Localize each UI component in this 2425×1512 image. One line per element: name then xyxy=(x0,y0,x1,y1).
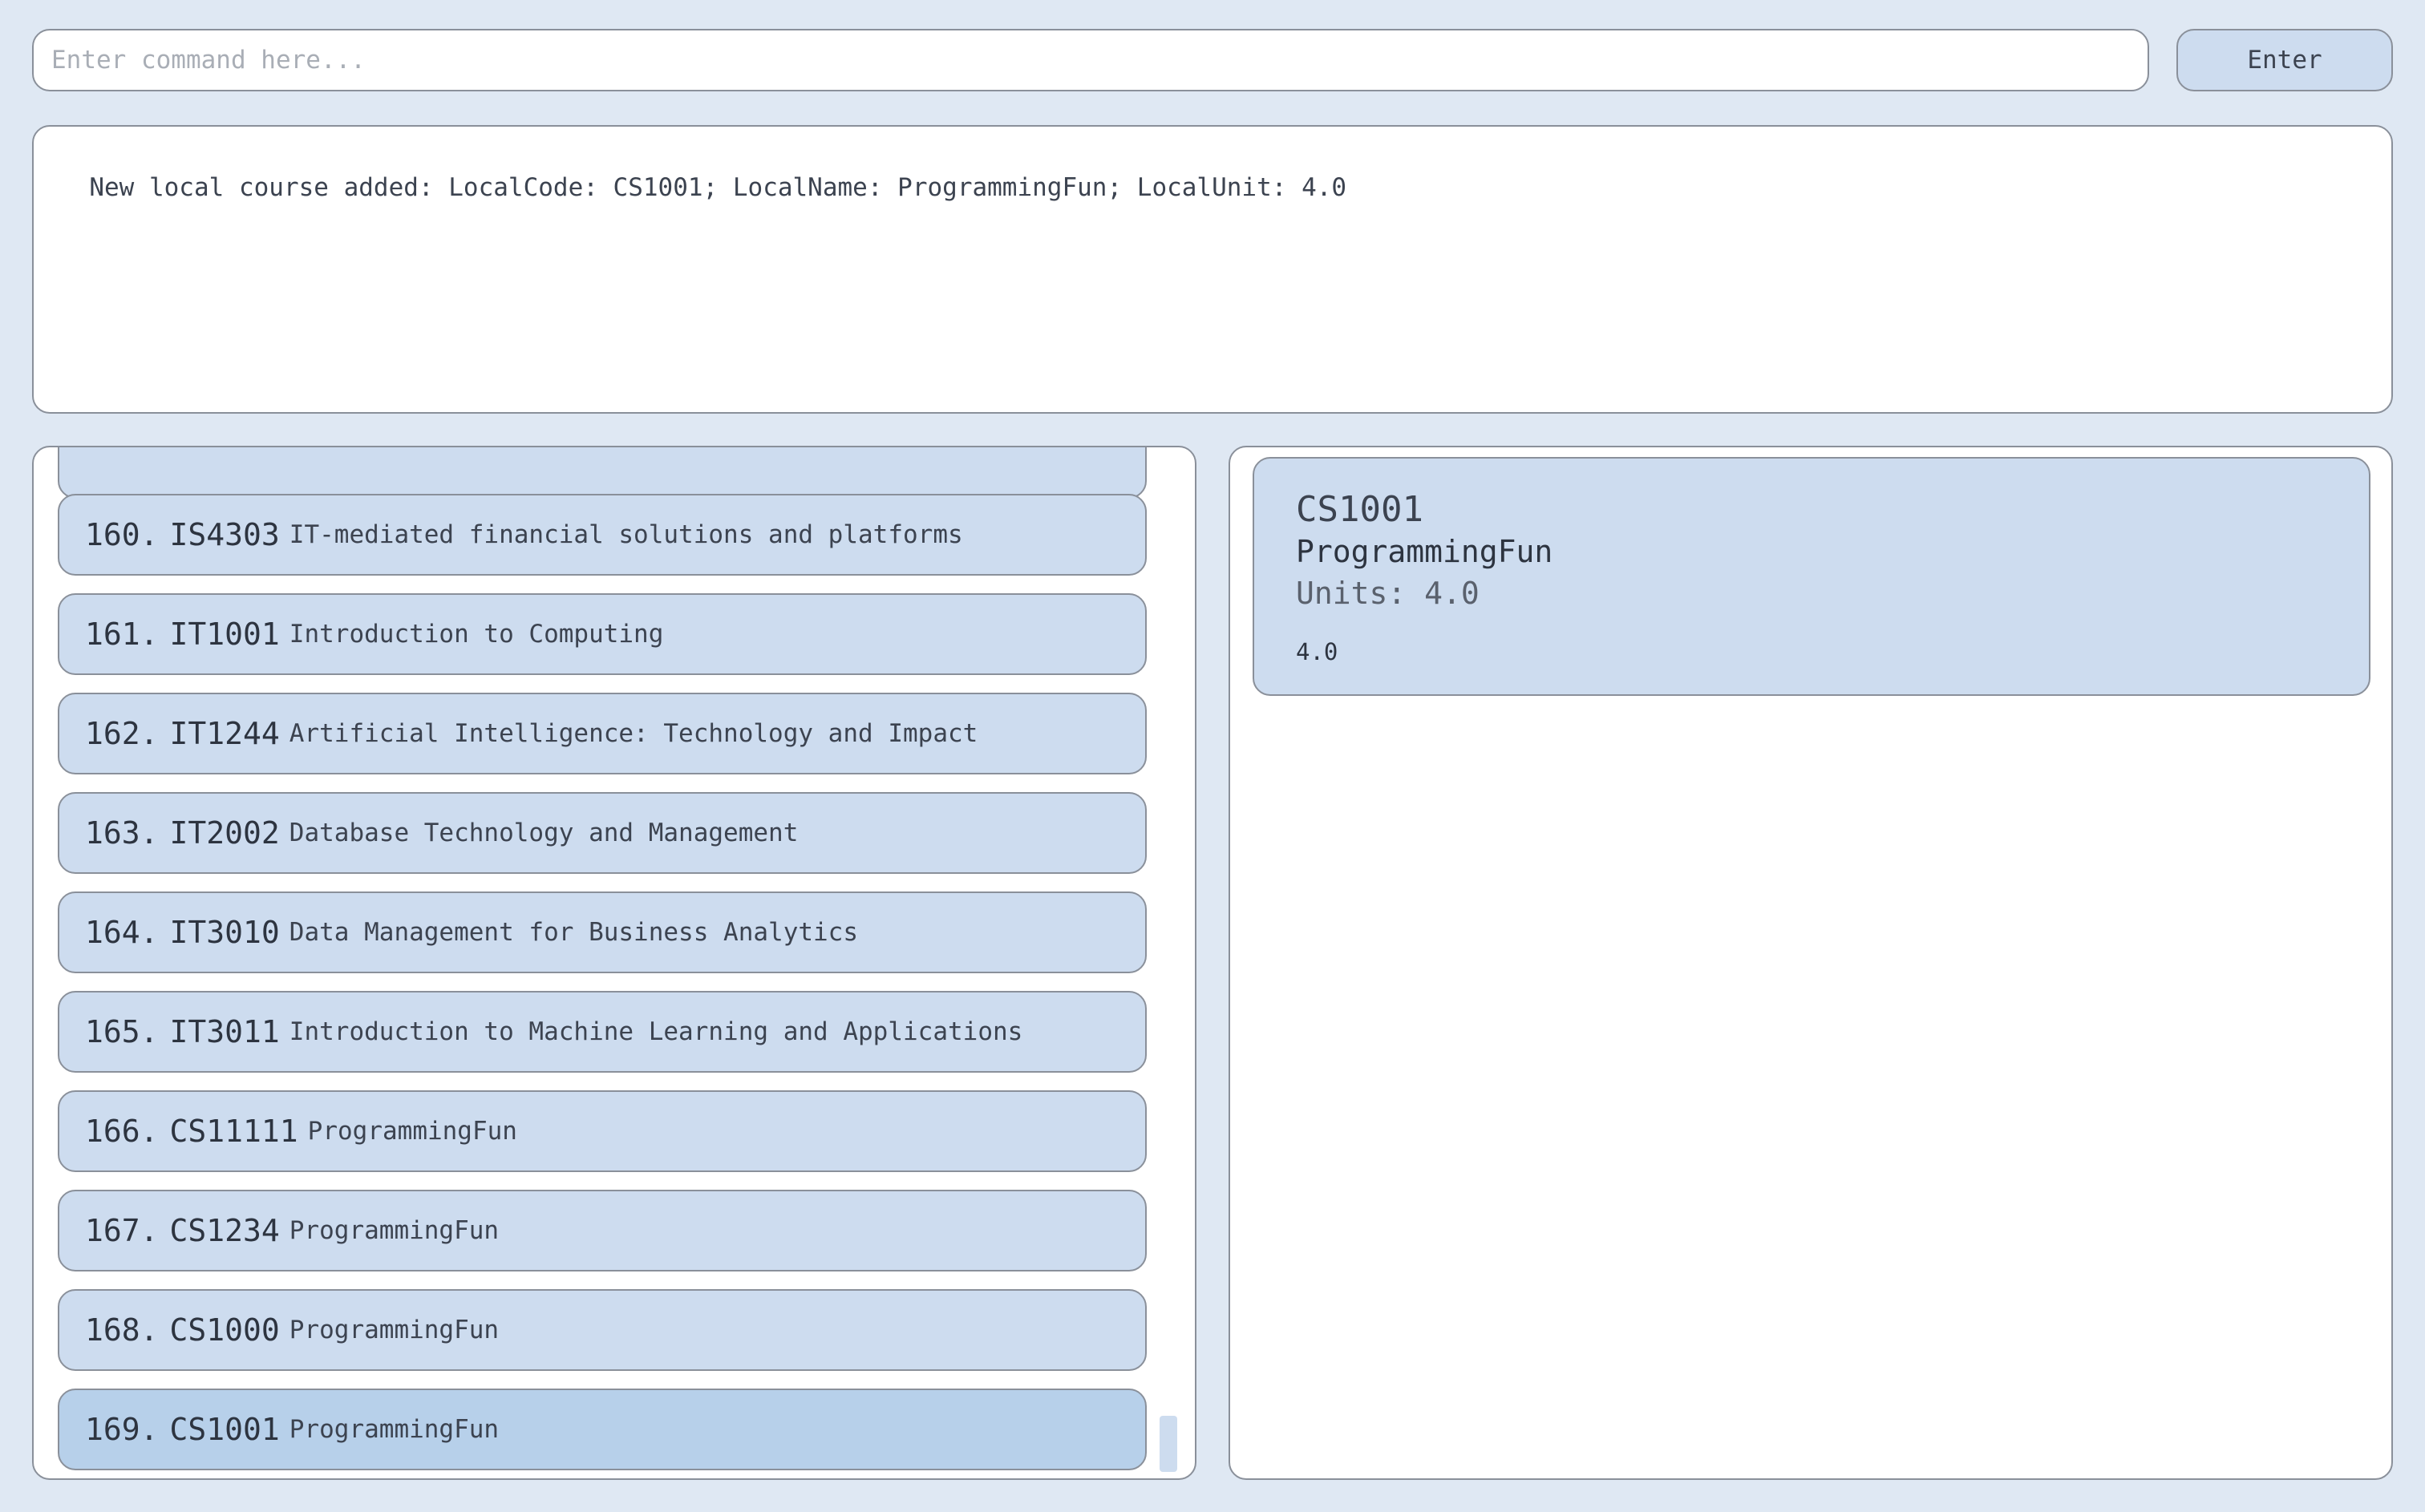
result-display: New local course added: LocalCode: CS100… xyxy=(32,125,2393,414)
list-item[interactable]: 164. IT3010 Data Management for Business… xyxy=(58,891,1147,973)
list-item-name: Data Management for Business Analytics xyxy=(289,918,859,947)
result-message: New local course added: LocalCode: CS100… xyxy=(89,173,1347,202)
detail-course-units: Units: 4.0 xyxy=(1296,576,1480,611)
list-item-code: CS1001 xyxy=(169,1412,280,1447)
enter-button[interactable]: Enter xyxy=(2176,29,2393,91)
list-item-name: Artificial Intelligence: Technology and … xyxy=(289,719,978,748)
list-item-index: 168. xyxy=(85,1312,159,1348)
list-item-code: IT1001 xyxy=(169,617,280,652)
list-item[interactable]: 161. IT1001 Introduction to Computing xyxy=(58,593,1147,675)
list-item-code: IS4303 xyxy=(169,517,280,552)
list-item-index: 164. xyxy=(85,915,159,950)
list-item-index: 166. xyxy=(85,1114,159,1149)
list-item-code: IT3011 xyxy=(169,1014,280,1049)
list-item[interactable]: 165. IT3011 Introduction to Machine Lear… xyxy=(58,991,1147,1073)
list-item[interactable]: 162. IT1244 Artificial Intelligence: Tec… xyxy=(58,693,1147,774)
list-item-index: 161. xyxy=(85,617,159,652)
list-item[interactable]: 167. CS1234 ProgrammingFun xyxy=(58,1190,1147,1271)
detail-course-name: ProgrammingFun xyxy=(1296,534,1553,569)
detail-unit-value: 4.0 xyxy=(1296,638,1338,665)
list-item[interactable] xyxy=(58,447,1147,499)
list-item-name: Database Technology and Management xyxy=(289,819,799,847)
list-item[interactable]: 166. CS11111 ProgrammingFun xyxy=(58,1090,1147,1172)
list-item-name: Introduction to Computing xyxy=(289,620,664,649)
list-item-name: ProgrammingFun xyxy=(289,1316,500,1344)
list-item-name: ProgrammingFun xyxy=(289,1415,500,1444)
list-item-name: ProgrammingFun xyxy=(289,1216,500,1245)
list-item-code: IT3010 xyxy=(169,915,280,950)
list-item-code: CS1000 xyxy=(169,1312,280,1348)
list-item-selected[interactable]: 169. CS1001 ProgrammingFun xyxy=(58,1389,1147,1470)
list-item[interactable]: 168. CS1000 ProgrammingFun xyxy=(58,1289,1147,1371)
list-item-index: 163. xyxy=(85,815,159,851)
list-item-index: 162. xyxy=(85,716,159,751)
list-scrollbar-thumb[interactable] xyxy=(1160,1416,1177,1472)
list-item[interactable]: 163. IT2002 Database Technology and Mana… xyxy=(58,792,1147,874)
detail-course-code: CS1001 xyxy=(1296,489,1423,530)
list-item-index: 167. xyxy=(85,1213,159,1248)
list-item[interactable]: 160. IS4303 IT-mediated financial soluti… xyxy=(58,494,1147,576)
list-item-name: ProgrammingFun xyxy=(307,1117,517,1146)
list-item-code: IT2002 xyxy=(169,815,280,851)
list-item-name: Introduction to Machine Learning and App… xyxy=(289,1017,1023,1046)
list-item-code: CS11111 xyxy=(169,1114,298,1149)
list-item-index: 160. xyxy=(85,517,159,552)
list-item-name: IT-mediated financial solutions and plat… xyxy=(289,520,963,549)
course-list-panel[interactable]: 160. IS4303 IT-mediated financial soluti… xyxy=(32,446,1196,1480)
list-item-code: CS1234 xyxy=(169,1213,280,1248)
list-item-code: IT1244 xyxy=(169,716,280,751)
command-input[interactable] xyxy=(32,29,2149,91)
course-detail-card: CS1001 ProgrammingFun Units: 4.0 4.0 xyxy=(1253,457,2370,696)
list-item-index: 165. xyxy=(85,1014,159,1049)
list-item-index: 169. xyxy=(85,1412,159,1447)
course-detail-panel: CS1001 ProgrammingFun Units: 4.0 4.0 xyxy=(1229,446,2393,1480)
